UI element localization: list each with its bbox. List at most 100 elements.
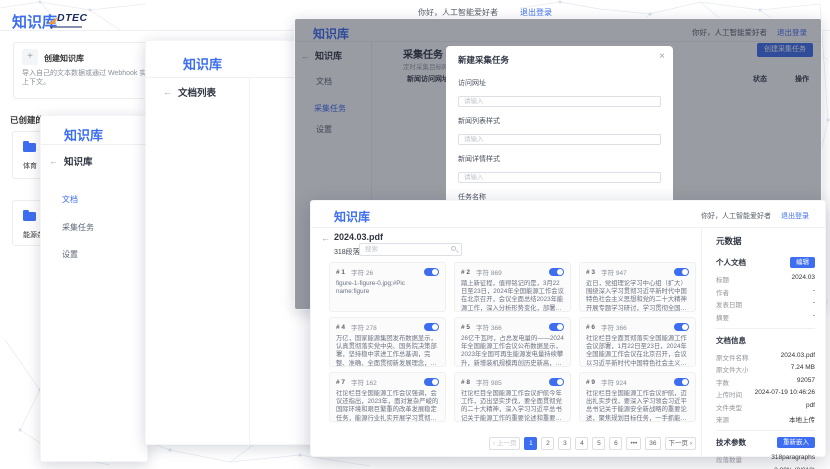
logout-link[interactable]: 退出登录	[520, 7, 552, 18]
segment-enabled-toggle[interactable]	[549, 268, 564, 277]
meta-value: 2024.03	[792, 274, 816, 284]
segment-text: 踏上新征程，值得铭记的是，3月22日至23日，2024年全国能源工作会议在北京召…	[461, 280, 564, 312]
close-icon[interactable]: ×	[659, 51, 665, 62]
segment-number: # 7	[336, 379, 345, 386]
reembed-button[interactable]: 重新嵌入	[777, 437, 815, 448]
doc-type-label: 个人文档	[716, 257, 746, 268]
pagination-prev[interactable]: ‹ 上一页	[489, 437, 520, 450]
field-label-detail-style: 新闻详情样式	[458, 154, 661, 164]
file-info-section-title: 文档信息	[716, 335, 746, 346]
logo-text: DTEC	[57, 12, 88, 24]
pagination-page-4[interactable]: 4	[575, 437, 588, 450]
meta-value: pdf	[806, 402, 815, 412]
segment-text: 社论栏目全面贯彻落实全国能源工作会议部署，1月22日至23日，2024年全国能源…	[586, 335, 689, 367]
document-title: 2024.03.pdf	[334, 232, 383, 242]
pagination-page-2[interactable]: 2	[541, 437, 554, 450]
meta-label: 文件类型	[716, 402, 742, 412]
segment-enabled-toggle[interactable]	[424, 378, 439, 387]
meta-value: 2024-07-19 10:46:26	[755, 389, 815, 399]
segment-text: 社论栏目全国能源工作会议强调，会议还指出，2023年，面对复杂严峻的国际环境和艰…	[336, 390, 439, 422]
segment-grid: # 1 字符 26 figure-1-figure-0.jpg;#Pic nam…	[329, 262, 696, 422]
user-greeting-bar: 你好，人工智能爱好者 退出登录	[701, 211, 809, 221]
header-divider	[41, 144, 147, 145]
segment-char-count: 字符 924	[601, 377, 627, 387]
segment-number: # 8	[461, 379, 470, 386]
pagination-page-3[interactable]: 3	[558, 437, 571, 450]
meta-label: 来源	[716, 414, 729, 424]
field-label-list-style: 新闻列表样式	[458, 116, 661, 126]
segment-char-count: 字符 26	[351, 267, 373, 277]
segment-enabled-toggle[interactable]	[674, 378, 689, 387]
segment-enabled-toggle[interactable]	[674, 323, 689, 332]
pagination-page-5[interactable]: 5	[592, 437, 605, 450]
back-label: 文档列表	[178, 85, 216, 99]
metadata-panel-title: 元数据	[716, 235, 815, 247]
panel-divider	[716, 328, 815, 329]
pagination-page-6[interactable]: 6	[609, 437, 622, 450]
pagination: ‹ 上一页 1 2 3 4 5 6 ••• 36 下一页 ›	[329, 437, 696, 450]
segment-card-6[interactable]: # 6 字符 366 社论栏目全面贯彻落实全国能源工作会议部署，1月22日至23…	[579, 317, 696, 367]
segment-char-count: 字符 869	[476, 267, 502, 277]
segment-card-9[interactable]: # 9 字符 924 社论栏目全国能源工作会议护航，迈出扎实步伐，要深入学习领会…	[579, 372, 696, 422]
segment-char-count: 字符 366	[476, 322, 502, 332]
field-label-url: 访问网址	[458, 78, 661, 88]
paragraph-count: 318段落	[334, 247, 360, 257]
segment-card-1[interactable]: # 1 字符 26 figure-1-figure-0.jpg;#Pic nam…	[329, 262, 446, 312]
segment-card-2[interactable]: # 2 字符 869 踏上新征程，值得铭记的是，3月22日至23日，2024年全…	[454, 262, 571, 312]
segment-card-8[interactable]: # 8 字符 985 社论栏目全国能源工作会议护航今年工作，迈出坚实步伐，要全面…	[454, 372, 571, 422]
sidebar-divider	[249, 78, 250, 444]
segment-text: 社论栏目全国能源工作会议护航今年工作，迈出坚实步伐，要全面贯彻党的二十大精神，深…	[461, 390, 564, 422]
segment-char-count: 字符 985	[476, 377, 502, 387]
meta-label: 摘要	[716, 312, 729, 322]
segment-text: 万亿，国家能源集团发布数据显示，认真贯彻落实党中央、国务院决策部署，坚持稳中求进…	[336, 335, 439, 367]
meta-label: 原文件名称	[716, 352, 749, 362]
meta-value: 92057	[797, 377, 815, 387]
logout-link[interactable]: 退出登录	[781, 211, 809, 221]
meta-value: -	[813, 287, 815, 297]
segment-enabled-toggle[interactable]	[674, 268, 689, 277]
pagination-page-36[interactable]: 36	[645, 437, 660, 450]
segment-char-count: 字符 366	[601, 322, 627, 332]
segment-enabled-toggle[interactable]	[424, 268, 439, 277]
back-label: 知识库	[64, 154, 93, 168]
meta-label: 原文件大小	[716, 364, 749, 374]
plus-icon: +	[22, 49, 38, 65]
folder-icon	[23, 143, 36, 152]
meta-label: 上传时间	[716, 389, 742, 399]
edit-metadata-button[interactable]: 编辑	[790, 257, 815, 268]
segment-char-count: 字符 278	[351, 322, 377, 332]
back-arrow-icon[interactable]: ←	[321, 233, 330, 243]
folder-icon	[23, 212, 36, 221]
sidebar-item-collection-tasks[interactable]: 采集任务	[62, 222, 94, 233]
segment-number: # 4	[336, 324, 345, 331]
segment-enabled-toggle[interactable]	[549, 323, 564, 332]
pagination-next[interactable]: 下一页 ›	[665, 437, 696, 450]
back-nav[interactable]: ← 知识库	[49, 154, 93, 168]
meta-value: 本地上传	[789, 414, 815, 424]
list-style-field[interactable]	[458, 134, 661, 145]
meta-value: 318paragraphs	[771, 454, 815, 464]
detail-style-field[interactable]	[458, 172, 661, 183]
meta-label: 标题	[716, 274, 729, 284]
search-icon	[451, 246, 456, 251]
segment-enabled-toggle[interactable]	[549, 378, 564, 387]
pagination-page-1[interactable]: 1	[524, 437, 537, 450]
segment-text: 26亿千瓦时，占总发电量的——2024年全国能源工作会议公布数据显示，2023年…	[461, 335, 564, 367]
meta-value: 7.24 MB	[791, 364, 815, 374]
segment-search-input[interactable]	[359, 243, 462, 256]
segment-card-7[interactable]: # 7 字符 162 社论栏目全国能源工作会议强调，会议还指出，2023年，面对…	[329, 372, 446, 422]
segment-card-5[interactable]: # 5 字符 366 26亿千瓦时，占总发电量的——2024年全国能源工作会议公…	[454, 317, 571, 367]
url-field[interactable]	[458, 96, 661, 107]
sidebar-item-documents[interactable]: 文档	[62, 194, 78, 205]
segment-text: figure-1-figure-0.jpg;#Pic name:figure	[336, 280, 439, 296]
app-title: 知识库	[334, 208, 370, 225]
segment-number: # 9	[586, 379, 595, 386]
segment-card-3[interactable]: # 3 字符 947 近日，党组理论学习中心组（扩大）围绕深入学习贯彻习近平新时…	[579, 262, 696, 312]
sidebar-item-settings[interactable]: 设置	[62, 249, 78, 260]
segment-card-4[interactable]: # 4 字符 278 万亿，国家能源集团发布数据显示，认真贯彻落实党中央、国务院…	[329, 317, 446, 367]
panel-divider	[716, 430, 815, 431]
kb-nav-window: 知识库 ← 知识库 文档 采集任务 设置	[40, 115, 148, 462]
pagination-ellipsis[interactable]: •••	[626, 437, 641, 450]
back-nav[interactable]: ← 文档列表	[163, 85, 216, 99]
segment-enabled-toggle[interactable]	[424, 323, 439, 332]
